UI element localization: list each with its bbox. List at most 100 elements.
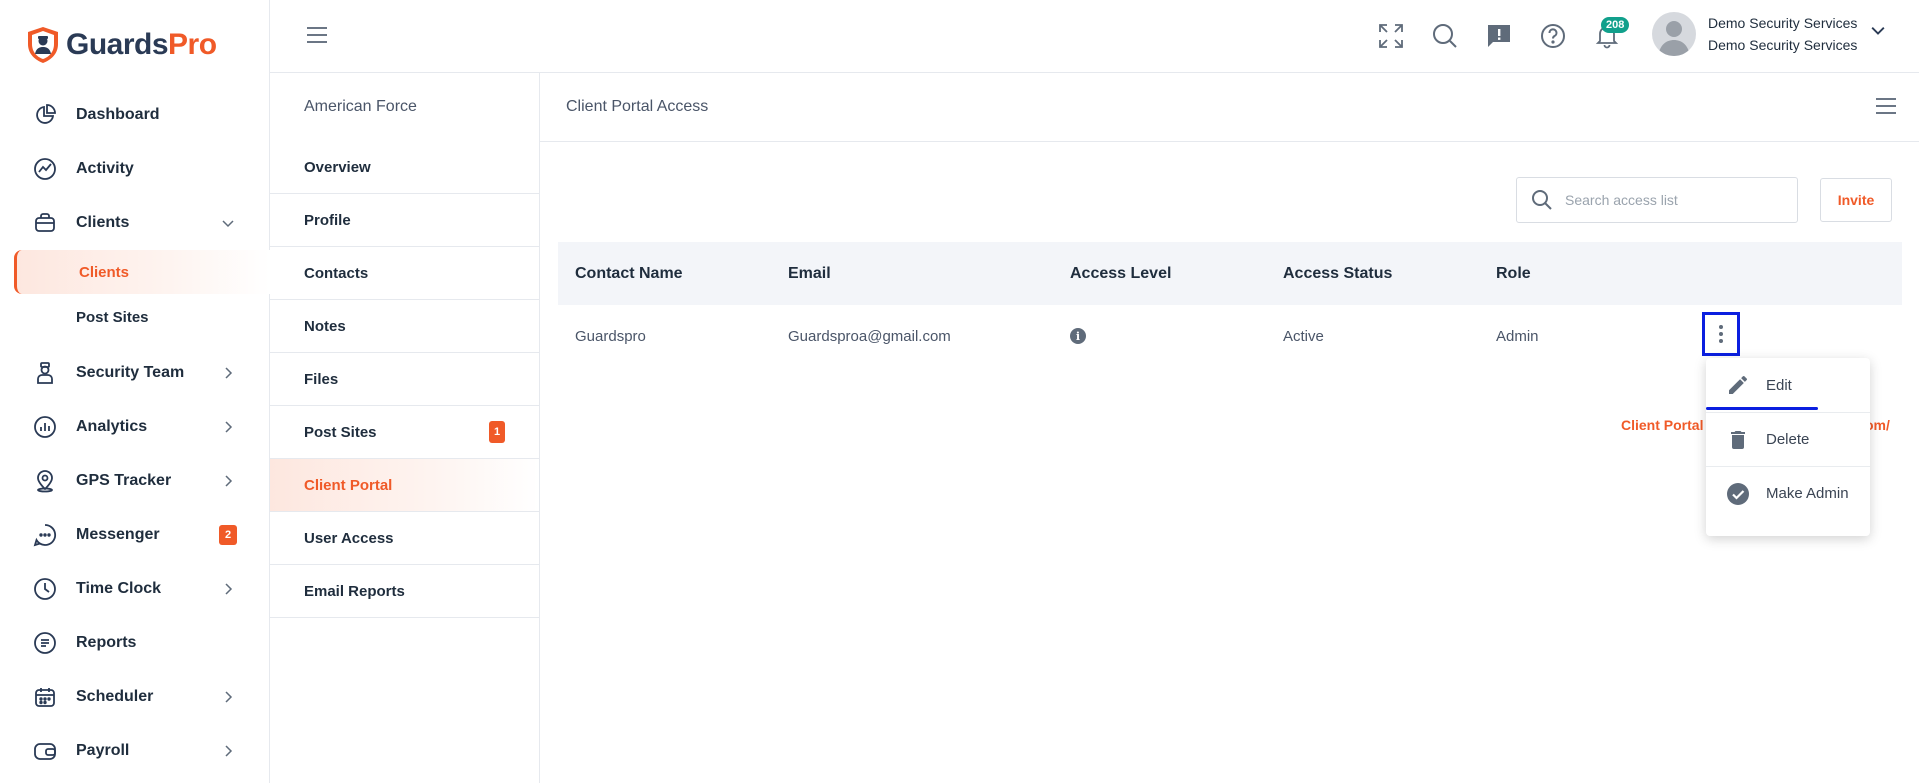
chevron-right-icon[interactable]	[222, 691, 234, 703]
client-portal-link-prefix[interactable]: Client Portal	[1621, 417, 1703, 433]
sidebar-item-security-team[interactable]: Security Team	[0, 346, 270, 400]
menu-item-edit[interactable]: Edit	[1706, 358, 1870, 412]
activity-chart-icon	[32, 156, 58, 182]
sidebar-item-label: Messenger	[76, 526, 160, 543]
guardspro-logo[interactable]: GuardsPro	[26, 26, 217, 64]
section-title: Client Portal Access	[566, 98, 709, 115]
sidebar: GuardsPro Dashboard Activity Clients Cli…	[0, 0, 270, 783]
messenger-badge: 2	[219, 525, 237, 545]
info-icon[interactable]: i	[1070, 328, 1086, 344]
sidebar-item-label: Dashboard	[76, 106, 160, 123]
kebab-dot	[1719, 325, 1723, 329]
column-header[interactable]: Email	[788, 265, 831, 283]
user-info: Demo Security Services Demo Security Ser…	[1708, 12, 1857, 56]
sidebar-item-time-clock[interactable]: Time Clock	[0, 562, 270, 616]
tab-label: Overview	[304, 158, 371, 176]
avatar	[1652, 12, 1696, 56]
sidebar-item-analytics[interactable]: Analytics	[0, 400, 270, 454]
notification-count-badge: 208	[1601, 17, 1630, 33]
sidebar-item-reports[interactable]: Reports	[0, 616, 270, 670]
user-name: Demo Security Services	[1708, 15, 1858, 31]
column-header[interactable]: Contact Name	[575, 265, 683, 283]
search-icon[interactable]	[1432, 23, 1458, 49]
user-silhouette-icon	[1658, 21, 1690, 56]
chevron-right-icon[interactable]	[222, 367, 234, 379]
tab-contacts[interactable]: Contacts	[270, 247, 539, 300]
tab-label: Notes	[304, 317, 346, 335]
column-header[interactable]: Access Status	[1283, 265, 1392, 283]
chat-bubble-icon	[32, 522, 58, 548]
sidebar-item-messenger[interactable]: Messenger 2	[0, 508, 270, 562]
brand-name: GuardsPro	[66, 28, 217, 62]
clock-icon	[32, 576, 58, 602]
menu-item-label: Delete	[1766, 431, 1810, 448]
tab-label: Client Portal	[304, 476, 393, 494]
tab-email-reports[interactable]: Email Reports	[270, 565, 539, 618]
help-icon[interactable]	[1540, 23, 1566, 49]
client-submenu: American Force Overview Profile Contacts…	[270, 73, 540, 783]
menu-item-make-admin[interactable]: Make Admin	[1706, 466, 1870, 520]
pencil-icon	[1729, 375, 1748, 394]
menu-item-delete[interactable]: Delete	[1706, 412, 1870, 466]
access-table: Contact Name Email Access Level Access S…	[558, 242, 1902, 367]
sidebar-subitem-clients[interactable]: Clients	[14, 250, 270, 294]
tab-label: Contacts	[304, 264, 369, 282]
tab-notes[interactable]: Notes	[270, 300, 539, 353]
calendar-icon	[32, 684, 58, 710]
main-content: Client Portal Access Invite Contact Name…	[540, 73, 1919, 783]
sidebar-item-scheduler[interactable]: Scheduler	[0, 670, 270, 724]
chevron-right-icon[interactable]	[222, 421, 234, 433]
column-header[interactable]: Role	[1496, 265, 1531, 283]
sidebar-item-clients[interactable]: Clients	[0, 196, 270, 250]
sidebar-item-label: GPS Tracker	[76, 472, 172, 489]
brand-name-part2: Pro	[168, 28, 217, 61]
column-header[interactable]: Access Level	[1070, 265, 1171, 283]
shield-logo-icon	[28, 27, 58, 63]
chevron-right-icon[interactable]	[222, 583, 234, 595]
search-access-list[interactable]	[1516, 177, 1798, 223]
wallet-icon	[32, 738, 58, 764]
tab-client-portal[interactable]: Client Portal	[270, 459, 539, 512]
invite-button[interactable]: Invite	[1820, 178, 1892, 222]
hamburger-menu-icon[interactable]	[306, 26, 328, 44]
tab-label: Files	[304, 370, 339, 388]
sidebar-item-payroll[interactable]: Payroll	[0, 724, 270, 778]
document-list-icon	[32, 630, 58, 656]
email-cell: Guardsproa@gmail.com	[788, 327, 951, 345]
chevron-right-icon[interactable]	[222, 745, 234, 757]
chevron-down-icon[interactable]	[1871, 23, 1885, 37]
user-menu[interactable]: Demo Security Services Demo Security Ser…	[1652, 12, 1885, 56]
check-circle-icon	[1727, 482, 1749, 505]
table-row: Guardspro Guardsproa@gmail.com i Active …	[558, 305, 1902, 367]
tab-profile[interactable]: Profile	[270, 194, 539, 247]
tab-files[interactable]: Files	[270, 353, 539, 406]
contact-name-cell: Guardspro	[575, 327, 646, 345]
menu-lines-icon[interactable]	[1875, 97, 1897, 115]
fullscreen-icon[interactable]	[1378, 23, 1404, 49]
bar-chart-icon	[32, 414, 58, 440]
feedback-icon[interactable]	[1486, 23, 1512, 49]
sidebar-item-dashboard[interactable]: Dashboard	[0, 88, 270, 142]
chevron-right-icon[interactable]	[222, 475, 234, 487]
menu-item-label: Edit	[1766, 376, 1792, 394]
sidebar-item-label: Scheduler	[76, 688, 154, 705]
tab-label: Email Reports	[304, 582, 405, 600]
sidebar-item-activity[interactable]: Activity	[0, 142, 270, 196]
sidebar-item-label: Reports	[76, 634, 137, 651]
sidebar-subitem-post-sites[interactable]: Post Sites	[0, 294, 270, 340]
access-status-cell: Active	[1283, 327, 1324, 345]
client-name-title: American Force	[304, 98, 417, 115]
table-header: Contact Name Email Access Level Access S…	[558, 242, 1902, 305]
sidebar-item-label: Activity	[76, 160, 134, 177]
tab-overview[interactable]: Overview	[270, 141, 539, 194]
tab-user-access[interactable]: User Access	[270, 512, 539, 565]
chevron-down-icon[interactable]	[222, 217, 234, 229]
highlight-underline	[1706, 407, 1818, 410]
briefcase-icon	[32, 210, 58, 236]
search-input[interactable]	[1565, 192, 1785, 208]
tab-label: Post Sites	[304, 423, 377, 441]
sidebar-item-gps-tracker[interactable]: GPS Tracker	[0, 454, 270, 508]
row-actions-kebab-button[interactable]	[1702, 312, 1740, 356]
search-icon	[1532, 190, 1552, 210]
tab-post-sites[interactable]: Post Sites 1	[270, 406, 539, 459]
